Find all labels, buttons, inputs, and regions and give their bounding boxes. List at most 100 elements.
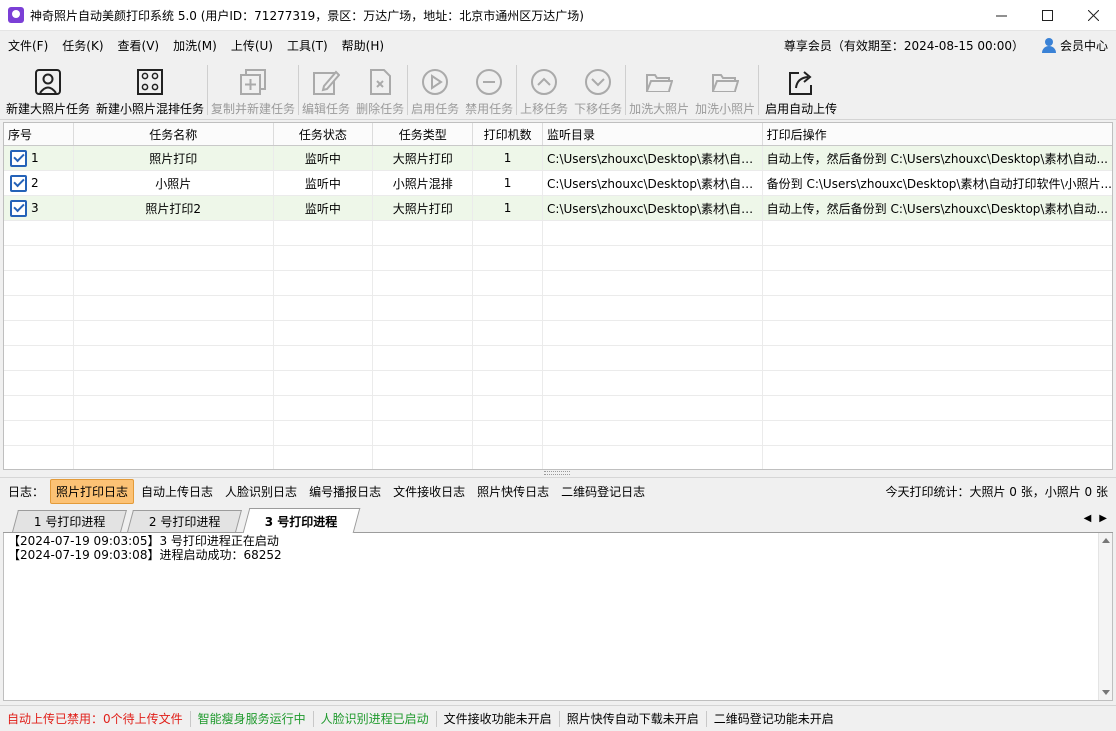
delete-task-button[interactable]: 删除任务 bbox=[353, 59, 407, 119]
auto-upload-button[interactable]: 启用自动上传 bbox=[759, 59, 840, 119]
row-type: 大照片打印 bbox=[373, 146, 474, 170]
empty-cell bbox=[74, 396, 274, 420]
empty-cell bbox=[74, 321, 274, 345]
empty-cell bbox=[373, 246, 474, 270]
move-down-task-button[interactable]: 下移任务 bbox=[571, 59, 625, 119]
delete-task-label: 删除任务 bbox=[356, 102, 405, 116]
row-dir: C:\Users\zhouxc\Desktop\素材\自动... bbox=[547, 151, 762, 166]
member-center-link[interactable]: 会员中心 bbox=[1060, 37, 1108, 54]
row-checkbox[interactable] bbox=[10, 149, 27, 167]
empty-cell bbox=[4, 346, 74, 370]
log-tab-face-recognition[interactable]: 人脸识别日志 bbox=[220, 480, 302, 503]
log-scrollbar[interactable] bbox=[1098, 533, 1112, 700]
column-header-after[interactable]: 打印后操作 bbox=[763, 123, 1112, 145]
row-status: 监听中 bbox=[274, 171, 374, 195]
empty-cell bbox=[274, 296, 374, 320]
log-tab-file-receive[interactable]: 文件接收日志 bbox=[388, 480, 470, 503]
table-row[interactable]: 1 照片打印 监听中 大照片打印 1 C:\Users\zhouxc\Deskt… bbox=[4, 146, 1112, 171]
menu-task[interactable]: 任务(K) bbox=[56, 37, 109, 54]
empty-cell bbox=[763, 321, 1112, 345]
column-header-dir[interactable]: 监听目录 bbox=[543, 123, 763, 145]
scroll-down-icon[interactable] bbox=[1102, 690, 1110, 695]
empty-cell bbox=[543, 321, 763, 345]
empty-cell bbox=[543, 221, 763, 245]
empty-cell bbox=[4, 271, 74, 295]
enable-task-button[interactable]: 启用任务 bbox=[408, 59, 462, 119]
empty-cell bbox=[74, 371, 274, 395]
empty-cell bbox=[373, 296, 474, 320]
row-dir-cell: C:\Users\zhouxc\Desktop\素材\自动... bbox=[543, 146, 763, 170]
status-bar: 自动上传已禁用：0个待上传文件 智能瘦身服务运行中 人脸识别进程已启动 文件接收… bbox=[0, 705, 1116, 731]
log-tab-photo-print[interactable]: 照片打印日志 bbox=[50, 478, 135, 504]
copy-new-task-button[interactable]: 复制并新建任务 bbox=[208, 59, 298, 119]
empty-cell bbox=[74, 421, 274, 445]
empty-cell bbox=[4, 446, 74, 469]
status-photo-transfer: 照片快传自动下载未开启 bbox=[560, 710, 707, 727]
row-checkbox[interactable] bbox=[10, 199, 27, 217]
empty-cell bbox=[543, 296, 763, 320]
disable-task-button[interactable]: 禁用任务 bbox=[462, 59, 516, 119]
splitter-grip[interactable] bbox=[544, 471, 570, 475]
log-tab-auto-upload[interactable]: 自动上传日志 bbox=[136, 480, 218, 503]
empty-cell bbox=[373, 346, 474, 370]
enable-task-label: 启用任务 bbox=[411, 102, 460, 116]
add-small-photo-button[interactable]: 加洗小照片 bbox=[692, 59, 758, 119]
edit-task-button[interactable]: 编辑任务 bbox=[299, 59, 353, 119]
edit-task-label: 编辑任务 bbox=[302, 102, 351, 116]
empty-cell bbox=[373, 271, 474, 295]
tab-process-2[interactable]: 2 号打印进程 bbox=[127, 510, 243, 532]
row-after: 备份到 C:\Users\zhouxc\Desktop\素材\自动打印软件\小照… bbox=[766, 176, 1112, 191]
column-header-name[interactable]: 任务名称 bbox=[74, 123, 274, 145]
row-no: 1 bbox=[31, 151, 39, 165]
empty-cell bbox=[763, 296, 1112, 320]
menu-file[interactable]: 文件(F) bbox=[2, 37, 54, 54]
close-icon bbox=[1087, 9, 1099, 21]
log-tab-qrcode[interactable]: 二维码登记日志 bbox=[556, 480, 650, 503]
table-row[interactable]: 2 小照片 监听中 小照片混排 1 C:\Users\zhouxc\Deskto… bbox=[4, 171, 1112, 196]
tab-scroll-left-icon[interactable]: ◀ bbox=[1084, 513, 1092, 524]
column-header-no[interactable]: 序号 bbox=[4, 123, 74, 145]
chevron-down-circle-icon bbox=[583, 67, 613, 97]
empty-cell bbox=[74, 446, 274, 469]
log-tab-number-broadcast[interactable]: 编号播报日志 bbox=[304, 480, 386, 503]
maximize-button[interactable] bbox=[1024, 0, 1070, 31]
tab-scroll-right-icon[interactable]: ▶ bbox=[1099, 513, 1107, 524]
empty-cell bbox=[74, 271, 274, 295]
scroll-up-icon[interactable] bbox=[1102, 538, 1110, 543]
status-auto-upload: 自动上传已禁用：0个待上传文件 bbox=[0, 710, 191, 727]
row-checkbox[interactable] bbox=[10, 174, 27, 192]
new-large-photo-task-button[interactable]: 新建大照片任务 bbox=[0, 59, 93, 119]
column-header-printers[interactable]: 打印机数 bbox=[473, 123, 544, 145]
close-button[interactable] bbox=[1070, 0, 1116, 31]
row-after: 自动上传，然后备份到 C:\Users\zhouxc\Desktop\素材\自动… bbox=[766, 201, 1108, 216]
add-large-photo-button[interactable]: 加洗大照片 bbox=[626, 59, 692, 119]
empty-cell bbox=[274, 396, 374, 420]
menu-upload[interactable]: 上传(U) bbox=[225, 37, 279, 54]
process-log-output[interactable]: 【2024-07-19 09:03:05】3 号打印进程正在启动 【2024-0… bbox=[3, 533, 1113, 701]
menu-tools[interactable]: 工具(T) bbox=[281, 37, 334, 54]
tab-process-3[interactable]: 3 号打印进程 bbox=[242, 508, 360, 533]
menu-reprint[interactable]: 加洗(M) bbox=[167, 37, 223, 54]
row-printers: 1 bbox=[473, 196, 544, 220]
empty-cell bbox=[373, 396, 474, 420]
tab-process-1[interactable]: 1 号打印进程 bbox=[12, 510, 128, 532]
toolbar: 新建大照片任务 新建小照片混排任务 复制并新建任务 编辑任务 删除任务 启用任务 bbox=[0, 59, 1116, 120]
menu-view[interactable]: 查看(V) bbox=[112, 37, 166, 54]
empty-cell bbox=[473, 346, 544, 370]
table-empty-row bbox=[4, 271, 1112, 296]
column-header-status[interactable]: 任务状态 bbox=[274, 123, 374, 145]
menu-help[interactable]: 帮助(H) bbox=[336, 37, 390, 54]
row-no-cell: 3 bbox=[4, 196, 74, 220]
empty-cell bbox=[373, 446, 474, 469]
empty-cell bbox=[4, 321, 74, 345]
empty-cell bbox=[4, 246, 74, 270]
column-header-type[interactable]: 任务类型 bbox=[373, 123, 474, 145]
folder-open-icon bbox=[644, 67, 674, 97]
log-line: 【2024-07-19 09:03:08】进程启动成功：68252 bbox=[8, 548, 282, 562]
move-up-task-button[interactable]: 上移任务 bbox=[517, 59, 571, 119]
empty-cell bbox=[473, 271, 544, 295]
table-row[interactable]: 3 照片打印2 监听中 大照片打印 1 C:\Users\zhouxc\Desk… bbox=[4, 196, 1112, 221]
new-small-photo-task-button[interactable]: 新建小照片混排任务 bbox=[93, 59, 207, 119]
log-tab-photo-transfer[interactable]: 照片快传日志 bbox=[472, 480, 554, 503]
minimize-button[interactable] bbox=[978, 0, 1024, 31]
